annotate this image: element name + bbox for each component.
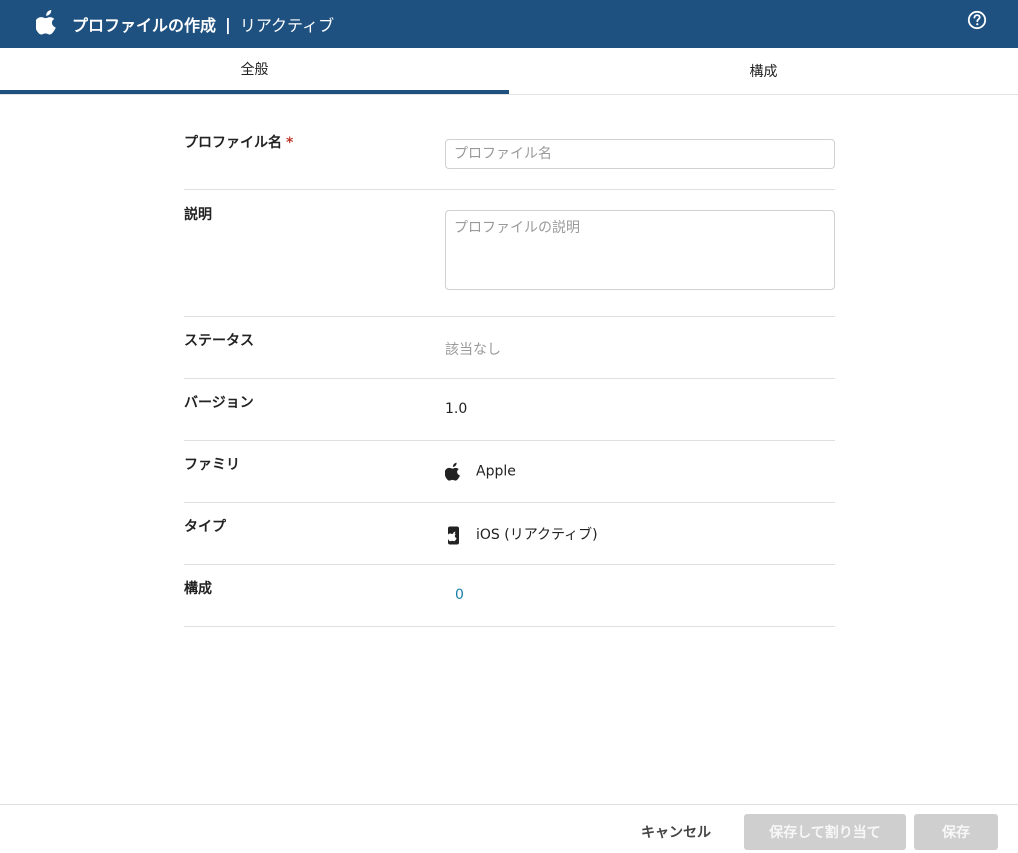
- version-label: バージョン: [184, 395, 254, 411]
- title-bold: プロファイルの作成: [72, 16, 217, 35]
- app-header: プロファイルの作成 | リアクティブ: [0, 0, 1018, 48]
- save-button[interactable]: 保存: [914, 814, 998, 850]
- apple-icon: [445, 462, 460, 481]
- configuration-count-link[interactable]: 0: [455, 587, 464, 603]
- tab-general[interactable]: 全般: [0, 48, 509, 94]
- profile-name-label: プロファイル名 *: [184, 135, 294, 151]
- footer-bar: キャンセル 保存して割り当て 保存: [0, 804, 1018, 853]
- type-label: タイプ: [184, 519, 226, 535]
- profile-name-input[interactable]: [445, 139, 835, 169]
- title-subtitle: リアクティブ: [239, 16, 335, 35]
- family-value-wrap: Apple: [445, 462, 516, 481]
- row-type: タイプ iOS (リアクティブ): [184, 503, 835, 565]
- row-description: 説明: [184, 190, 835, 317]
- status-label: ステータス: [184, 333, 254, 349]
- description-textarea[interactable]: [445, 210, 835, 290]
- type-value: iOS (リアクティブ): [476, 527, 598, 543]
- description-label: 説明: [184, 207, 212, 223]
- status-value: 該当なし: [445, 342, 501, 358]
- version-value: 1.0: [445, 401, 468, 417]
- profile-form: プロファイル名* 説明 ステータス 該当なし バージョン 1.0 ファミリ Ap…: [184, 95, 835, 627]
- apple-icon: [36, 10, 56, 35]
- row-configuration: 構成 0: [184, 565, 835, 627]
- tab-general-label: 全般: [240, 62, 269, 78]
- type-value-wrap: iOS (リアクティブ): [445, 524, 598, 545]
- row-version: バージョン 1.0: [184, 379, 835, 441]
- page-title: プロファイルの作成 | リアクティブ: [72, 0, 334, 48]
- configuration-label: 構成: [184, 581, 212, 597]
- required-mark: *: [286, 135, 294, 151]
- tab-configuration-label: 構成: [749, 64, 778, 80]
- family-value: Apple: [476, 463, 516, 480]
- help-circle-icon[interactable]: [967, 10, 987, 30]
- row-profile-name: プロファイル名 *: [184, 95, 835, 190]
- row-family: ファミリ Apple: [184, 441, 835, 503]
- title-separator: |: [225, 14, 231, 34]
- family-label: ファミリ: [184, 457, 240, 473]
- save-and-assign-button[interactable]: 保存して割り当て: [744, 814, 906, 850]
- cancel-button[interactable]: キャンセル: [628, 814, 724, 850]
- row-status: ステータス 該当なし: [184, 317, 835, 379]
- tab-bar: 全般 構成: [0, 48, 1018, 95]
- tab-configuration[interactable]: 構成: [509, 48, 1018, 94]
- phone-icon: [447, 526, 459, 544]
